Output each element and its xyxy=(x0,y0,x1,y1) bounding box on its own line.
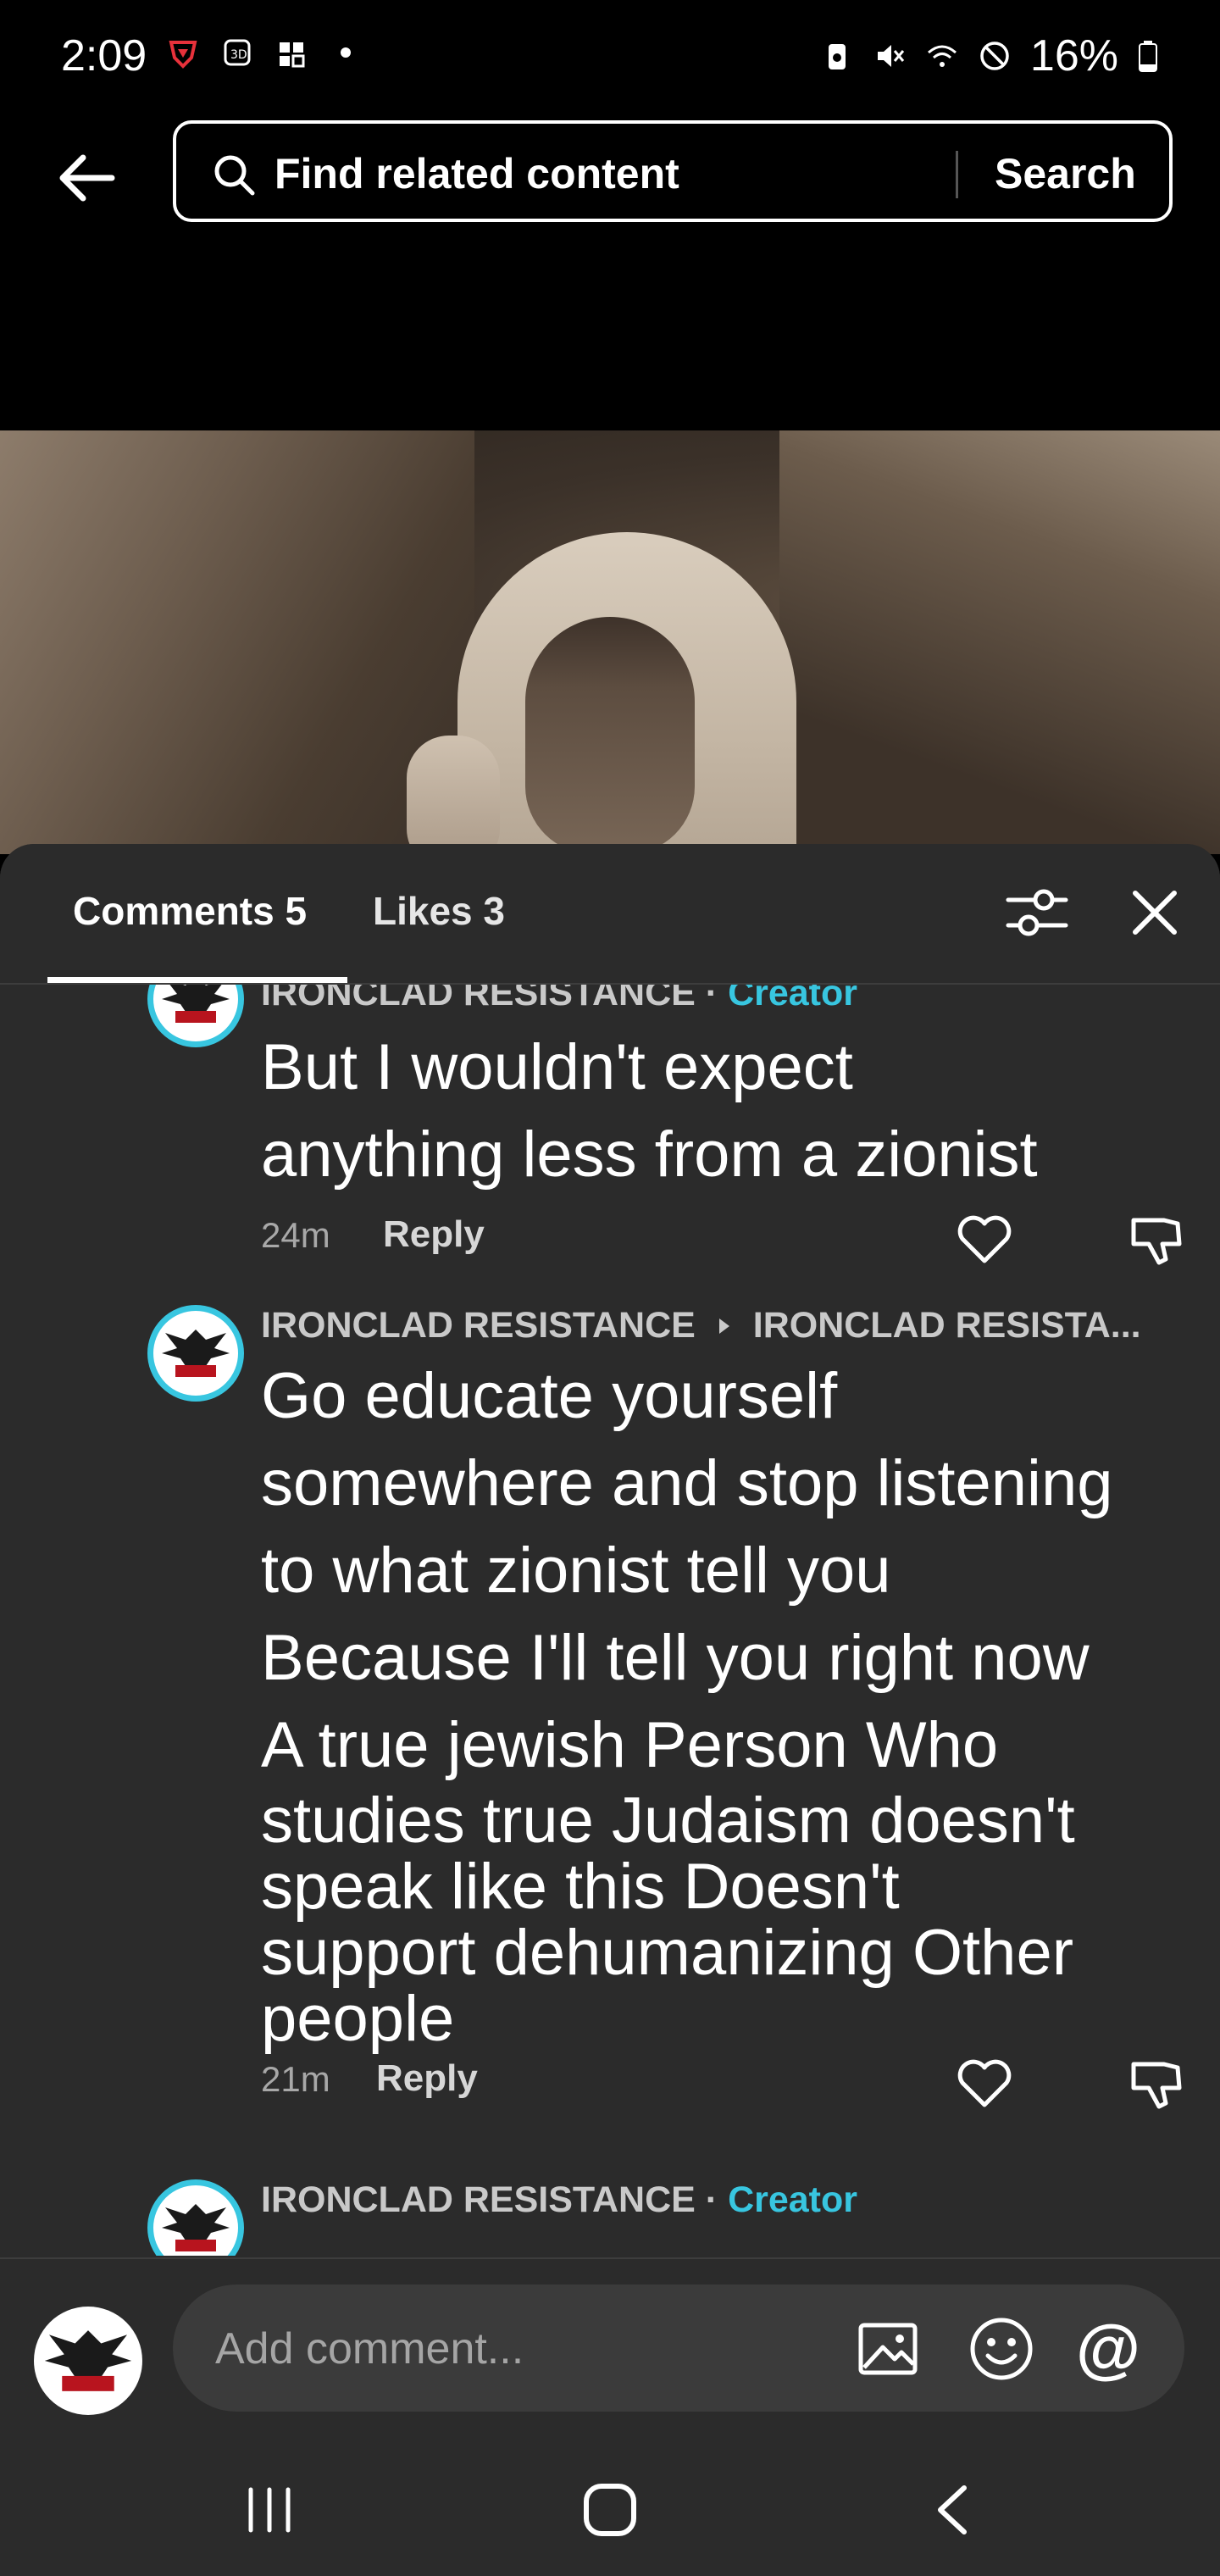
creator-badge: Creator xyxy=(728,985,857,1013)
dislike-icon[interactable] xyxy=(1127,1210,1186,1269)
battery-percent: 16% xyxy=(1029,31,1118,80)
comment-text-continued: studies true Judaism doesn't speak like … xyxy=(261,1785,1075,2055)
ironclad-eagle-logo-icon xyxy=(162,2204,230,2251)
reply-arrow-icon xyxy=(718,1319,729,1334)
search-divider xyxy=(956,151,958,198)
do-not-disturb-icon xyxy=(980,42,1009,70)
gallery-app-icon xyxy=(280,42,305,68)
3d-app-icon: 3D xyxy=(224,39,251,66)
photo-foliage-right xyxy=(779,430,1220,854)
image-icon[interactable] xyxy=(856,2317,920,2381)
search-bar[interactable]: Find related content Search xyxy=(173,120,1173,222)
photo-face xyxy=(525,617,695,854)
creator-badge: Creator xyxy=(728,2179,857,2220)
search-header: Find related content Search xyxy=(0,110,1220,229)
comment-author[interactable]: IRONCLAD RESISTANCE IRONCLAD RESISTA... xyxy=(261,1305,1141,1346)
heart-icon[interactable] xyxy=(956,2057,1013,2110)
avatar[interactable] xyxy=(147,2179,244,2256)
comment-text: But I wouldn't expect anything less from… xyxy=(261,1031,1038,1191)
nav-back-icon[interactable] xyxy=(929,2481,976,2539)
status-bar: 2:09 3D 16% xyxy=(0,0,1220,110)
ironclad-eagle-logo-icon xyxy=(44,2330,132,2391)
search-input[interactable]: Find related content xyxy=(274,149,679,198)
emoji-icon[interactable] xyxy=(968,2315,1035,2383)
comment-timestamp: 24m xyxy=(261,1215,330,1255)
comment-input[interactable]: Add comment... @ xyxy=(173,2285,1184,2412)
photo-hand xyxy=(407,736,500,854)
more-notifications-dot-icon xyxy=(341,47,351,58)
ironclad-eagle-logo-icon xyxy=(162,1330,230,1377)
recent-apps-icon[interactable] xyxy=(242,2483,297,2537)
comment-input-bar: Add comment... @ xyxy=(0,2257,1220,2435)
photo-foliage-left xyxy=(0,430,474,854)
filter-icon[interactable] xyxy=(1003,883,1071,942)
status-time: 2:09 xyxy=(61,31,147,80)
svg-text:3D: 3D xyxy=(230,48,247,62)
active-tab-indicator xyxy=(47,977,347,983)
wifi-icon xyxy=(927,45,957,67)
comment-list[interactable]: IRONCLAD RESISTANCE · Creator But I woul… xyxy=(0,985,1220,2256)
battery-icon xyxy=(1139,41,1157,72)
tab-likes[interactable]: Likes 3 xyxy=(373,888,505,934)
mute-icon xyxy=(877,45,905,67)
battery-saver-icon xyxy=(828,44,846,69)
ironclad-eagle-logo-icon xyxy=(162,985,230,1023)
heart-icon[interactable] xyxy=(956,1213,1013,1266)
comment-timestamp: 21m xyxy=(261,2059,330,2099)
avatar[interactable] xyxy=(147,985,244,1047)
my-avatar[interactable] xyxy=(34,2307,142,2415)
close-icon[interactable] xyxy=(1127,885,1183,941)
comment-author[interactable]: IRONCLAD RESISTANCE · Creator xyxy=(261,985,857,1014)
status-system-icons: 16% xyxy=(820,31,1159,81)
reply-button[interactable]: Reply xyxy=(383,1213,485,1256)
system-nav-bar xyxy=(0,2435,1220,2576)
home-icon[interactable] xyxy=(581,2481,639,2539)
comment-author[interactable]: IRONCLAD RESISTANCE · Creator xyxy=(261,2179,857,2221)
dislike-icon[interactable] xyxy=(1127,2054,1186,2113)
tab-comments[interactable]: Comments 5 xyxy=(73,888,307,934)
status-notification-icons: 3D xyxy=(166,36,363,69)
mention-icon[interactable]: @ xyxy=(1076,2310,1140,2387)
sheet-header: Comments 5 Likes 3 xyxy=(0,844,1220,985)
brave-icon xyxy=(169,41,197,69)
comment-placeholder: Add comment... xyxy=(215,2324,524,2373)
post-photo[interactable] xyxy=(0,430,1220,854)
search-button[interactable]: Search xyxy=(995,149,1136,198)
search-icon xyxy=(214,155,255,196)
avatar[interactable] xyxy=(147,1305,244,1402)
reply-button[interactable]: Reply xyxy=(376,2057,478,2100)
back-arrow-icon[interactable] xyxy=(53,142,124,214)
comment-text: Go educate yourself somewhere and stop l… xyxy=(261,1360,1113,1781)
